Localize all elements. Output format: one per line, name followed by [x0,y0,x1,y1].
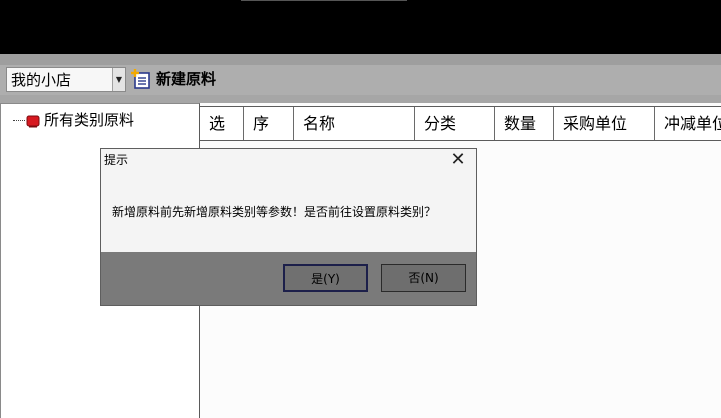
toolbar-separator [0,95,721,103]
prompt-dialog: 提示 ✕ 新增原料前先新增原料类别等参数！是否前往设置原料类别？ 是(Y) 否(… [100,148,477,306]
no-button[interactable]: 否(N) [381,264,466,292]
header-gap [0,54,721,65]
store-select-value: 我的小店 [11,71,72,89]
new-material-button[interactable]: 新建原料 [130,66,230,93]
new-material-label: 新建原料 [156,70,217,88]
column-header-deduct-unit[interactable]: 冲减单位 [655,107,721,140]
dialog-footer: 是(Y) 否(N) [101,252,476,305]
tree-node-label: 所有类别原料 [44,111,135,129]
grid-header: 选 序 名称 分类 数量 采购单位 冲减单位 [200,106,721,141]
top-black-bar [0,0,721,54]
tree-connector [13,120,25,121]
close-icon[interactable]: ✕ [448,150,468,170]
column-header-name[interactable]: 名称 [294,107,415,140]
tree-node-all-categories[interactable]: 所有类别原料 [13,111,199,131]
dialog-message: 新增原料前先新增原料类别等参数！是否前往设置原料类别？ [112,205,437,219]
folder-icon [26,115,40,128]
dialog-title: 提示 [104,153,129,167]
column-header-index[interactable]: 序 [244,107,294,140]
yes-button[interactable]: 是(Y) [283,264,368,292]
document-add-icon [131,69,150,89]
chevron-down-icon[interactable]: ▼ [112,68,125,91]
column-header-category[interactable]: 分类 [415,107,495,140]
store-select[interactable]: 我的小店 ▼ [6,67,126,92]
toolbar: 我的小店 ▼ 新建原料 [0,65,721,95]
top-bar-line [241,0,407,1]
column-header-select[interactable]: 选 [200,107,244,140]
column-header-purchase-unit[interactable]: 采购单位 [554,107,655,140]
column-header-quantity[interactable]: 数量 [495,107,554,140]
